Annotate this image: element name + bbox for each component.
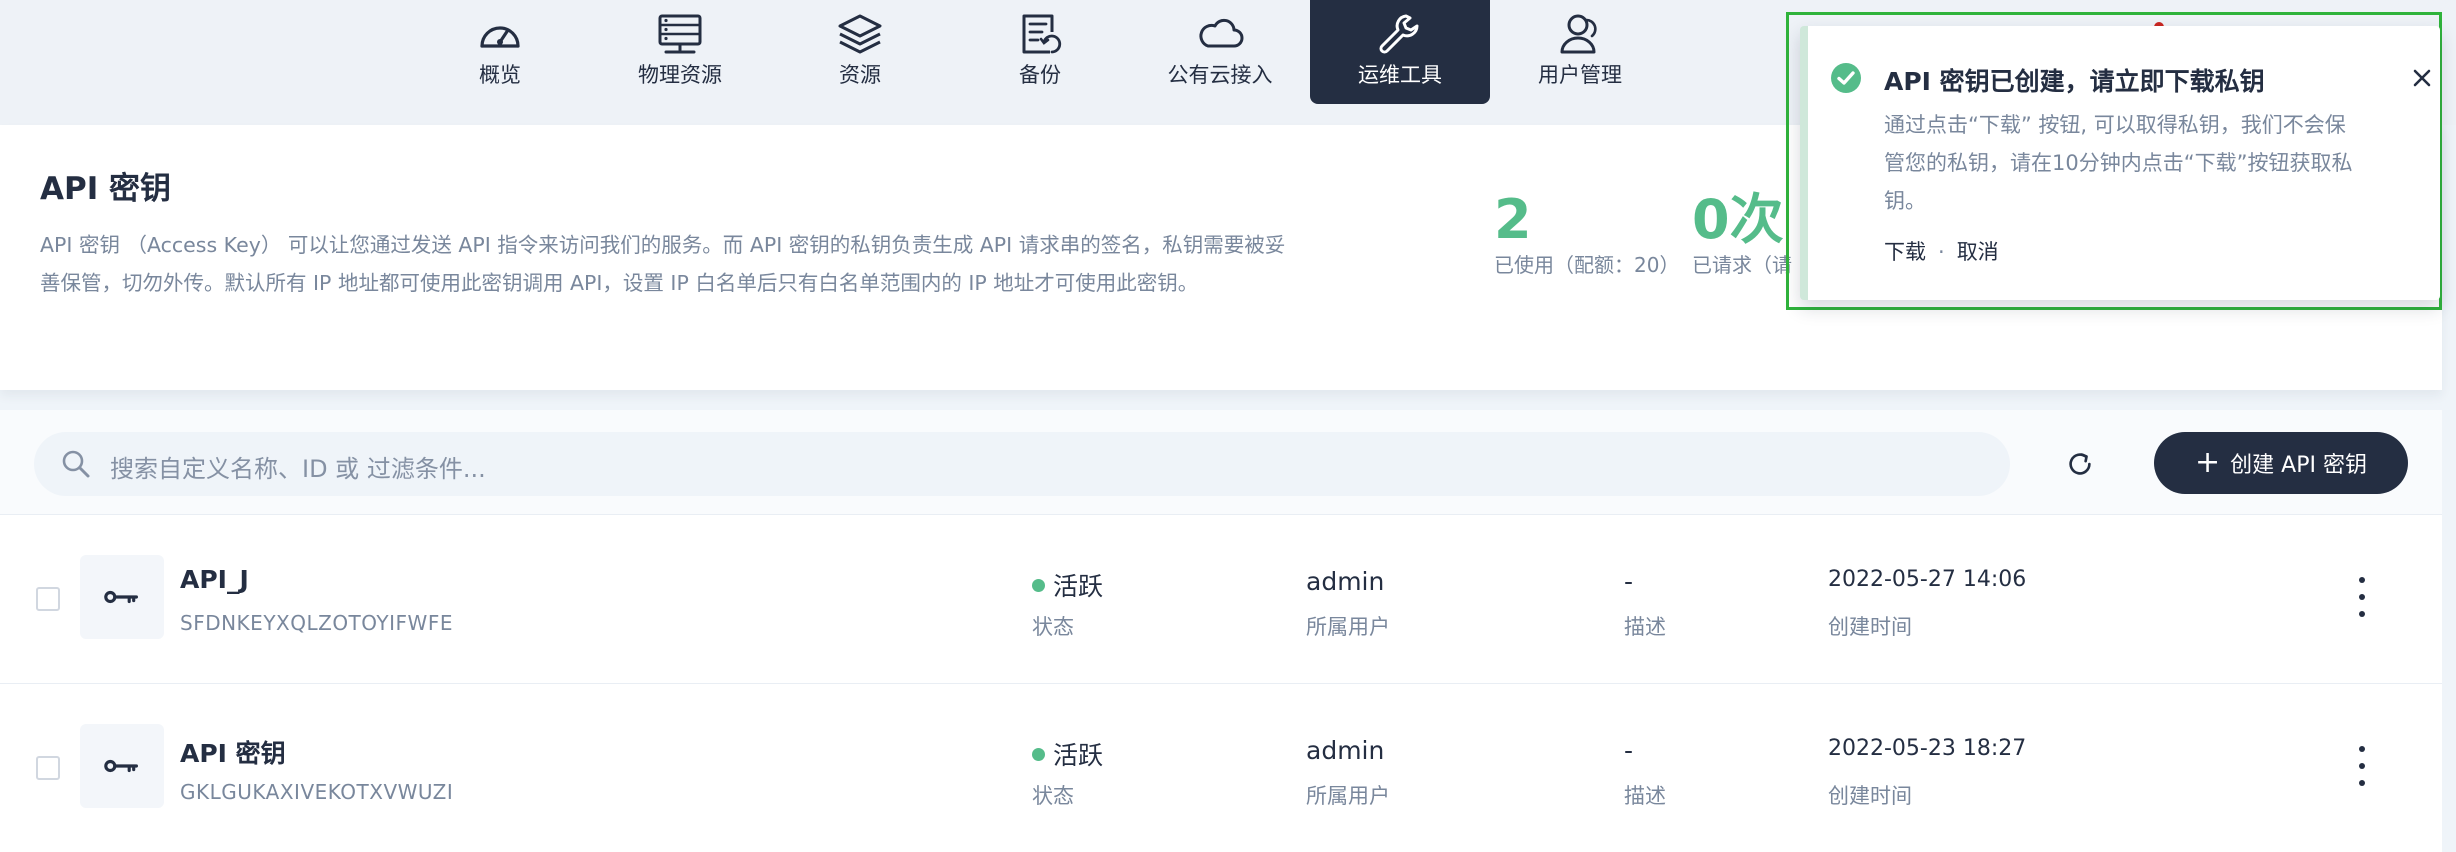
table-row[interactable]: API 密钥 GKLGUKAXIVEKOTXVWUZI 活跃 状态 admin …	[0, 683, 2442, 852]
nav-label: 运维工具	[1358, 63, 1442, 87]
status-badge: 活跃	[1032, 736, 1103, 772]
owner-value: admin	[1306, 567, 1385, 596]
download-link[interactable]: 下载	[1884, 240, 1926, 264]
status-badge: 活跃	[1032, 567, 1103, 603]
table-row[interactable]: API_J SFDNKEYXQLZOTOYIFWFE 活跃 状态 admin 所…	[0, 514, 2442, 683]
nav-label: 备份	[1019, 63, 1061, 87]
notification-body: 通过点击“下载” 按钮, 可以取得私钥，我们不会保管您的私钥，请在10分钟内点击…	[1884, 113, 2353, 213]
description-caption: 描述	[1624, 784, 1666, 808]
created-time-caption: 创建时间	[1828, 784, 1912, 808]
refresh-icon	[2069, 453, 2091, 475]
search-input[interactable]: 搜索自定义名称、ID 或 过滤条件...	[110, 449, 486, 484]
created-time-caption: 创建时间	[1828, 615, 1912, 639]
row-checkbox[interactable]	[36, 587, 60, 611]
key-name[interactable]: API_J	[180, 565, 249, 594]
search-bar[interactable]: 搜索自定义名称、ID 或 过滤条件...	[34, 432, 2010, 496]
layers-icon	[835, 12, 885, 56]
nav-label: 物理资源	[638, 63, 722, 87]
close-icon[interactable]	[2408, 64, 2436, 92]
dashboard-icon	[475, 12, 525, 56]
status-caption: 状态	[1032, 784, 1074, 808]
key-id: SFDNKEYXQLZOTOYIFWFE	[180, 611, 453, 635]
nav-item-overview[interactable]: 概览	[410, 0, 590, 104]
stat-requests: 0次 已请求（请	[1692, 190, 1792, 280]
page-title: API 密钥	[40, 171, 172, 207]
status-dot	[1032, 578, 1045, 592]
key-name[interactable]: API 密钥	[180, 734, 286, 770]
nav-item-user-management[interactable]: 用户管理	[1490, 0, 1670, 104]
description-value: -	[1624, 736, 1634, 765]
notification-title: API 密钥已创建，请立即下载私钥	[1884, 67, 2265, 96]
cloud-icon	[1195, 12, 1245, 56]
key-icon	[80, 555, 164, 639]
owner-caption: 所属用户	[1306, 784, 1390, 808]
success-check-icon	[1831, 63, 1861, 93]
more-actions-icon[interactable]	[2350, 746, 2374, 786]
notification-actions: 下载 · 取消	[1884, 236, 1999, 266]
wrench-icon	[1375, 12, 1425, 56]
nav-item-backup[interactable]: 备份	[950, 0, 1130, 104]
stat-caption: 已使用（配额：20）	[1494, 253, 1680, 277]
nav-item-resources[interactable]: 资源	[770, 0, 950, 104]
status-text: 活跃	[1053, 572, 1104, 601]
created-time-value: 2022-05-27 14:06	[1828, 567, 2027, 592]
create-button-label: 创建 API 密钥	[2230, 453, 2367, 478]
user-management-icon	[1555, 12, 1605, 56]
key-icon	[80, 724, 164, 808]
key-id: GKLGUKAXIVEKOTXVWUZI	[180, 780, 454, 804]
owner-caption: 所属用户	[1306, 615, 1390, 639]
server-icon	[655, 12, 705, 56]
plus-icon: +	[2195, 445, 2221, 480]
backup-icon	[1015, 12, 1065, 56]
description-caption: 描述	[1624, 615, 1666, 639]
stat-value: 0次	[1692, 190, 1784, 251]
cancel-link[interactable]: 取消	[1957, 240, 1999, 264]
row-checkbox[interactable]	[36, 756, 60, 780]
stat-used: 2 已使用（配额：20）	[1494, 190, 1679, 280]
nav-label: 公有云接入	[1167, 63, 1273, 87]
stat-value: 2	[1494, 188, 1532, 251]
refresh-button[interactable]	[2060, 444, 2100, 484]
status-caption: 状态	[1032, 615, 1074, 639]
status-dot	[1032, 747, 1045, 761]
more-actions-icon[interactable]	[2350, 577, 2374, 617]
create-api-key-button[interactable]: + 创建 API 密钥	[2154, 432, 2408, 494]
action-separator: ·	[1938, 240, 1945, 264]
nav-item-public-cloud[interactable]: 公有云接入	[1130, 0, 1310, 104]
page-description: API 密钥 （Access Key） 可以让您通过发送 API 指令来访问我们…	[40, 233, 1286, 295]
nav-label: 资源	[839, 63, 881, 87]
nav-item-ops-tools[interactable]: 运维工具	[1310, 0, 1490, 104]
stat-caption: 已请求（请	[1692, 253, 1792, 277]
owner-value: admin	[1306, 736, 1385, 765]
nav-label: 概览	[479, 63, 521, 87]
notification-toast: API 密钥已创建，请立即下载私钥 通过点击“下载” 按钮, 可以取得私钥，我们…	[1800, 26, 2440, 300]
search-icon	[62, 450, 90, 478]
status-text: 活跃	[1053, 741, 1104, 770]
nav-label: 用户管理	[1538, 63, 1622, 87]
created-time-value: 2022-05-23 18:27	[1828, 736, 2027, 761]
description-value: -	[1624, 567, 1634, 596]
nav-item-physical-resources[interactable]: 物理资源	[590, 0, 770, 104]
